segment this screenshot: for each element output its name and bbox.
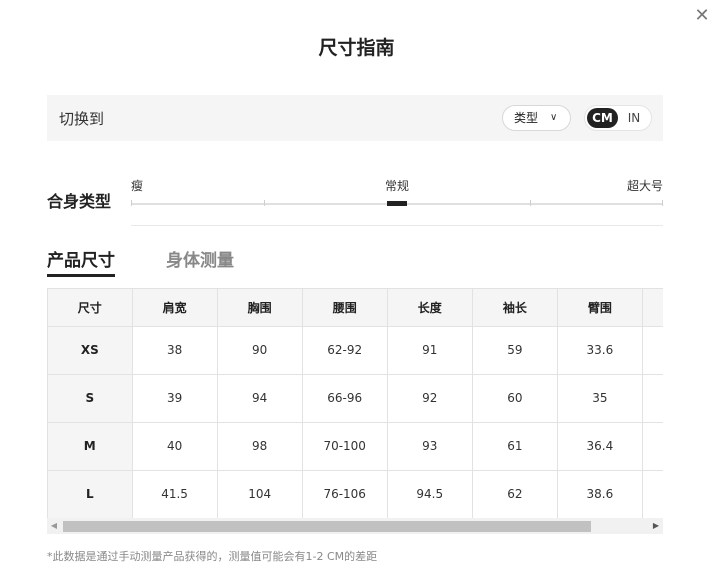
size-table: 尺寸 肩宽 胸围 腰围 长度 袖长 臂围 XS 38 90 62-92 91 5… bbox=[48, 289, 663, 518]
table-cell: 39 bbox=[132, 374, 218, 423]
table-cell: 90 bbox=[217, 326, 303, 375]
table-cell bbox=[642, 326, 663, 375]
fit-scale-tick bbox=[662, 200, 663, 206]
table-cell: 61 bbox=[472, 422, 558, 471]
type-select[interactable]: 类型 ∨ bbox=[502, 105, 571, 131]
close-icon[interactable]: ✕ bbox=[692, 6, 712, 26]
table-row: L 41.5 104 76-106 94.5 62 38.6 bbox=[48, 470, 663, 518]
horizontal-scrollbar[interactable]: ◀ ▶ bbox=[47, 518, 663, 534]
table-cell: 94 bbox=[217, 374, 303, 423]
scroll-left-arrow-icon[interactable]: ◀ bbox=[47, 518, 61, 534]
table-cell: 92 bbox=[387, 374, 473, 423]
switch-label: 切换到 bbox=[59, 110, 105, 128]
size-cell: L bbox=[48, 470, 133, 518]
fit-scale-marker bbox=[387, 201, 407, 206]
table-cell: 35 bbox=[557, 374, 643, 423]
tab-product-size[interactable]: 产品尺寸 bbox=[47, 246, 115, 277]
scrollbar-thumb[interactable] bbox=[63, 521, 591, 532]
size-cell: S bbox=[48, 374, 133, 423]
unit-cm-button[interactable]: CM bbox=[587, 108, 618, 128]
table-cell: 98 bbox=[217, 422, 303, 471]
table-cell: 41.5 bbox=[132, 470, 218, 518]
tab-body-measurement[interactable]: 身体测量 bbox=[166, 246, 234, 271]
scroll-right-arrow-icon[interactable]: ▶ bbox=[649, 518, 663, 534]
table-cell bbox=[642, 422, 663, 471]
table-cell: 59 bbox=[472, 326, 558, 375]
type-select-value: 类型 bbox=[514, 111, 539, 125]
table-cell: 70-100 bbox=[302, 422, 388, 471]
table-cell: 60 bbox=[472, 374, 558, 423]
table-row: M 40 98 70-100 93 61 36.4 bbox=[48, 422, 663, 471]
table-cell bbox=[642, 470, 663, 518]
table-header-row: 尺寸 肩宽 胸围 腰围 长度 袖长 臂围 bbox=[48, 289, 663, 327]
column-header: 尺寸 bbox=[48, 289, 133, 327]
table-cell: 38.6 bbox=[557, 470, 643, 518]
fit-tick-oversized: 超大号 bbox=[627, 179, 664, 193]
table-cell bbox=[642, 374, 663, 423]
table-cell: 66-96 bbox=[302, 374, 388, 423]
table-cell: 93 bbox=[387, 422, 473, 471]
fit-tick-regular: 常规 bbox=[385, 179, 410, 193]
table-row: S 39 94 66-96 92 60 35 bbox=[48, 374, 663, 423]
column-header: 腰围 bbox=[302, 289, 388, 327]
size-cell: M bbox=[48, 422, 133, 471]
column-header: 肩宽 bbox=[132, 289, 218, 327]
table-row: XS 38 90 62-92 91 59 33.6 bbox=[48, 326, 663, 375]
size-cell: XS bbox=[48, 326, 133, 375]
section-divider bbox=[131, 225, 663, 226]
dialog-title: 尺寸指南 bbox=[318, 37, 395, 59]
fit-type-label: 合身类型 bbox=[47, 192, 112, 211]
table-cell: 38 bbox=[132, 326, 218, 375]
fit-scale-tick bbox=[264, 200, 265, 206]
table-cell: 40 bbox=[132, 422, 218, 471]
fit-scale-tick bbox=[530, 200, 531, 206]
fit-scale-tick bbox=[131, 200, 132, 206]
table-cell: 33.6 bbox=[557, 326, 643, 375]
table-cell: 94.5 bbox=[387, 470, 473, 518]
table-cell: 91 bbox=[387, 326, 473, 375]
column-header: 袖长 bbox=[472, 289, 558, 327]
table-cell: 76-106 bbox=[302, 470, 388, 518]
fit-tick-slim: 瘦 bbox=[131, 179, 144, 193]
column-header: 胸围 bbox=[217, 289, 303, 327]
unit-toggle: CM IN bbox=[584, 105, 652, 131]
column-header: 长度 bbox=[387, 289, 473, 327]
column-header: 臂围 bbox=[557, 289, 643, 327]
table-cell: 62-92 bbox=[302, 326, 388, 375]
table-cell: 104 bbox=[217, 470, 303, 518]
column-header bbox=[642, 289, 663, 327]
size-table-container[interactable]: 尺寸 肩宽 胸围 腰围 长度 袖长 臂围 XS 38 90 62-92 91 5… bbox=[47, 288, 663, 518]
chevron-down-icon: ∨ bbox=[550, 112, 558, 123]
table-cell: 62 bbox=[472, 470, 558, 518]
unit-in-button[interactable]: IN bbox=[622, 108, 646, 128]
table-cell: 36.4 bbox=[557, 422, 643, 471]
unit-switch-bar: 切换到 类型 ∨ CM IN bbox=[47, 95, 663, 141]
measurement-footnote: *此数据是通过手动测量产品获得的，测量值可能会有1-2 CM的差距 bbox=[47, 550, 378, 563]
